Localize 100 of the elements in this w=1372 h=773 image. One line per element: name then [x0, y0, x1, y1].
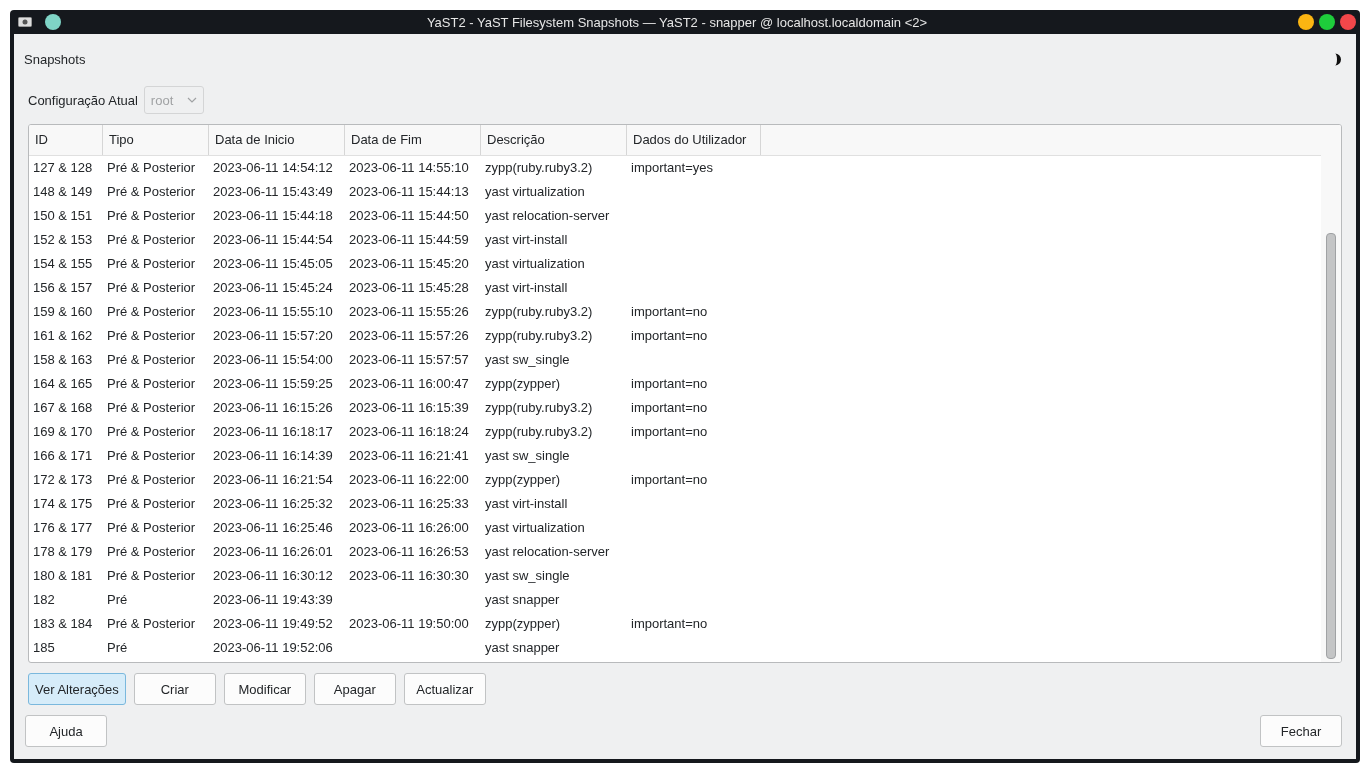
table-cell-text: 183 & 184	[32, 615, 94, 633]
table-cell-text: 2023-06-11 16:15:26	[212, 399, 334, 417]
column-header[interactable]: Descrição	[481, 125, 627, 155]
table-cell-text: 174 & 175	[32, 495, 94, 513]
table-cell-text: Pré & Posterior	[106, 231, 197, 249]
table-cell-text: 2023-06-11 16:22:00	[348, 471, 470, 489]
close-dialog-button[interactable]: Fechar	[1260, 715, 1342, 747]
action-button[interactable]: Ver Alterações	[28, 673, 126, 705]
table-cell-text: 2023-06-11 15:45:28	[348, 279, 470, 297]
table-cell-text: 2023-06-11 15:55:10	[212, 303, 334, 321]
table-cell-text: 154 & 155	[32, 255, 94, 273]
table-cell-text: yast virtualization	[484, 183, 586, 201]
table-cell-text: 2023-06-11 15:43:49	[212, 183, 334, 201]
table-cell-text: Pré & Posterior	[106, 495, 197, 513]
table-cell-text: 2023-06-11 16:25:33	[348, 495, 470, 513]
table-cell-text: Pré & Posterior	[106, 183, 197, 201]
table-cell-text: Pré & Posterior	[106, 567, 197, 585]
table-cell-text: 2023-06-11 16:00:47	[348, 375, 470, 393]
table-cell-text: 2023-06-11 15:44:54	[212, 231, 334, 249]
window-title: YaST2 - YaST Filesystem Snapshots — YaST2 - snapper @ localhost.localdomain <2>	[425, 14, 929, 30]
table-cell-text: yast snapper	[484, 639, 561, 657]
table-cell-text: 2023-06-11 16:18:17	[212, 423, 334, 441]
pin-button[interactable]	[45, 14, 61, 30]
table-cell-text: 161 & 162	[32, 327, 94, 345]
table-cell-text: Pré & Posterior	[106, 327, 197, 345]
table-cell-text: 2023-06-11 15:44:13	[348, 183, 470, 201]
table-cell-text: 2023-06-11 15:55:26	[348, 303, 470, 321]
table-cell-text: zypp(zypper)	[484, 615, 562, 633]
action-button[interactable]: Modificar	[223, 673, 306, 705]
table-cell-text: 2023-06-11 19:50:00	[348, 615, 470, 633]
window-menu-icon[interactable]	[18, 17, 32, 27]
table-cell-text: 2023-06-11 16:26:00	[348, 519, 470, 537]
table-cell-text: 2023-06-11 15:45:24	[212, 279, 334, 297]
table-cell-text: zypp(zypper)	[484, 471, 562, 489]
table-cell-text: 167 & 168	[32, 399, 94, 417]
scrollbar-thumb[interactable]	[1326, 233, 1336, 659]
table-cell-text: zypp(ruby.ruby3.2)	[484, 159, 594, 177]
table-cell-text: 2023-06-11 15:44:59	[348, 231, 470, 249]
table-cell-text: important=no	[630, 615, 709, 633]
minimize-button[interactable]	[1298, 14, 1314, 30]
table-cell-text: 156 & 157	[32, 279, 94, 297]
table-cell-text: 176 & 177	[32, 519, 94, 537]
table-cell-text: Pré & Posterior	[106, 255, 197, 273]
table-cell-text: yast virt-install	[484, 495, 569, 513]
table-cell-text: 164 & 165	[32, 375, 94, 393]
table-cell-text: 127 & 128	[32, 159, 94, 177]
column-header[interactable]: Data de Inicio	[209, 125, 345, 155]
table-cell-text: Pré	[106, 639, 129, 657]
table-cell-text: 2023-06-11 16:14:39	[212, 447, 334, 465]
table-cell-text: 2023-06-11 16:30:30	[348, 567, 470, 585]
table-cell-text: 185	[32, 639, 56, 657]
column-header[interactable]: Data de Fim	[345, 125, 481, 155]
table-cell-text: Pré & Posterior	[106, 303, 197, 321]
table-cell-text: 172 & 173	[32, 471, 94, 489]
table-cell-text: 2023-06-11 15:45:20	[348, 255, 470, 273]
config-label: Configuração Atual	[28, 92, 138, 108]
table-cell-text: Pré & Posterior	[106, 519, 197, 537]
chevron-down-icon	[186, 97, 197, 103]
table-cell-text: yast virtualization	[484, 519, 586, 537]
table-cell-text: 2023-06-11 16:15:39	[348, 399, 470, 417]
table-cell-text: 2023-06-11 15:45:05	[212, 255, 334, 273]
table-cell-text: zypp(ruby.ruby3.2)	[484, 303, 594, 321]
action-button[interactable]: Criar	[133, 673, 216, 705]
table-cell-text: important=no	[630, 327, 709, 345]
table-cell-text: 2023-06-11 16:30:12	[212, 567, 334, 585]
table-cell-text: zypp(ruby.ruby3.2)	[484, 327, 594, 345]
table-cell-text: Pré & Posterior	[106, 351, 197, 369]
action-button[interactable]: Apagar	[313, 673, 396, 705]
table-cell-text: 2023-06-11 16:21:54	[212, 471, 334, 489]
table-cell-text: important=yes	[630, 159, 714, 177]
close-button[interactable]	[1340, 14, 1356, 30]
table-cell-text: yast relocation-server	[484, 543, 611, 561]
table-cell-text: 180 & 181	[32, 567, 94, 585]
table-cell-text: 2023-06-11 19:52:06	[212, 639, 334, 657]
table-cell-text: 2023-06-11 19:43:39	[212, 591, 334, 609]
help-button[interactable]: Ajuda	[25, 715, 107, 747]
column-header[interactable]: Tipo	[103, 125, 209, 155]
table-cell-text: Pré & Posterior	[106, 447, 197, 465]
maximize-button[interactable]	[1319, 14, 1335, 30]
table-cell-text: Pré & Posterior	[106, 543, 197, 561]
table-cell-text: 2023-06-11 15:44:50	[348, 207, 470, 225]
table-cell-text: yast virt-install	[484, 231, 569, 249]
table-cell-text: 2023-06-11 14:55:10	[348, 159, 470, 177]
action-button[interactable]: Actualizar	[403, 673, 486, 705]
table-cell-text: 2023-06-11 14:54:12	[212, 159, 334, 177]
table-cell-text: zypp(zypper)	[484, 375, 562, 393]
table-cell-text: 2023-06-11 16:21:41	[348, 447, 470, 465]
table-cell-text: important=no	[630, 423, 709, 441]
table-cell-text: 2023-06-11 16:18:24	[348, 423, 470, 441]
table-cell-text: Pré & Posterior	[106, 159, 197, 177]
column-header[interactable]: Dados do Utilizador	[627, 125, 761, 155]
table-cell-text: 150 & 151	[32, 207, 94, 225]
table-cell-text: 148 & 149	[32, 183, 94, 201]
table-cell-text: 158 & 163	[32, 351, 94, 369]
column-header[interactable]: ID	[29, 125, 103, 155]
table-cell-text: Pré & Posterior	[106, 423, 197, 441]
table-cell-text: 2023-06-11 16:26:53	[348, 543, 470, 561]
table-cell-text: 2023-06-11 16:25:32	[212, 495, 334, 513]
table-cell-text: yast sw_single	[484, 447, 571, 465]
table-cell-text: Pré & Posterior	[106, 615, 197, 633]
